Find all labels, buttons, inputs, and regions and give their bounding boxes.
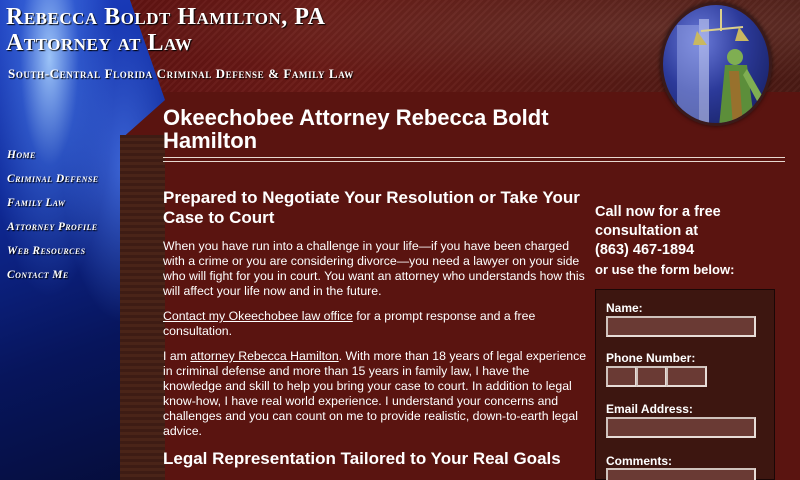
name-label: Name: — [606, 301, 643, 315]
name-input[interactable] — [606, 316, 756, 337]
contact-office-link[interactable]: Contact my Okeechobee law office — [163, 309, 353, 323]
site-title[interactable]: Rebecca Boldt Hamilton, PA Attorney at L… — [6, 4, 326, 56]
attorney-profile-link[interactable]: attorney Rebecca Hamilton — [190, 349, 338, 363]
main-content: Prepared to Negotiate Your Resolution or… — [163, 188, 588, 469]
cta-line4: or use the form below: — [595, 262, 735, 277]
contact-form: Name: Phone Number: Email Address: Comme… — [595, 289, 775, 480]
email-input[interactable] — [606, 417, 756, 438]
phone-area-input[interactable] — [606, 366, 637, 387]
nav-item-criminal-defense[interactable]: Criminal Defense — [7, 172, 99, 196]
comments-label: Comments: — [606, 454, 673, 468]
sidebar-texture — [120, 135, 165, 480]
cta-line1: Call now for a free — [595, 204, 721, 220]
about-paragraph-start: I am — [163, 349, 191, 363]
cta-phone: (863) 467-1894 — [595, 242, 695, 258]
site-title-line1: Rebecca Boldt Hamilton, PA — [6, 4, 326, 30]
site-tagline: South-Central Florida Criminal Defense &… — [8, 66, 354, 81]
nav-item-attorney-profile[interactable]: Attorney Profile — [7, 220, 99, 244]
phone-prefix-input[interactable] — [636, 366, 667, 387]
email-label: Email Address: — [606, 402, 693, 416]
lady-justice-logo — [660, 2, 772, 126]
comments-textarea[interactable] — [606, 468, 756, 480]
site-title-line2: Attorney at Law — [6, 30, 193, 56]
page-title: Okeechobee Attorney Rebecca Boldt Hamilt… — [163, 105, 549, 153]
intro-paragraph: When you have run into a challenge in yo… — [163, 239, 585, 298]
cta-line2: consultation at — [595, 223, 699, 239]
nav-item-contact-me[interactable]: Contact Me — [7, 268, 99, 292]
call-to-action: Call now for a free consultation at (863… — [595, 203, 795, 279]
section-heading-2: Legal Representation Tailored to Your Re… — [163, 449, 561, 468]
nav-item-home[interactable]: Home — [7, 148, 99, 172]
title-divider — [163, 157, 785, 162]
contact-paragraph: Contact my Okeechobee law office for a p… — [163, 309, 588, 339]
about-paragraph: I am attorney Rebecca Hamilton. With mor… — [163, 349, 588, 439]
nav-item-web-resources[interactable]: Web Resources — [7, 244, 99, 268]
section-heading: Prepared to Negotiate Your Resolution or… — [163, 188, 580, 227]
phone-line-input[interactable] — [666, 366, 707, 387]
phone-label: Phone Number: — [606, 351, 696, 365]
main-navigation: Home Criminal Defense Family Law Attorne… — [7, 148, 99, 292]
nav-item-family-law[interactable]: Family Law — [7, 196, 99, 220]
page-title-area: Okeechobee Attorney Rebecca Boldt Hamilt… — [163, 106, 588, 152]
